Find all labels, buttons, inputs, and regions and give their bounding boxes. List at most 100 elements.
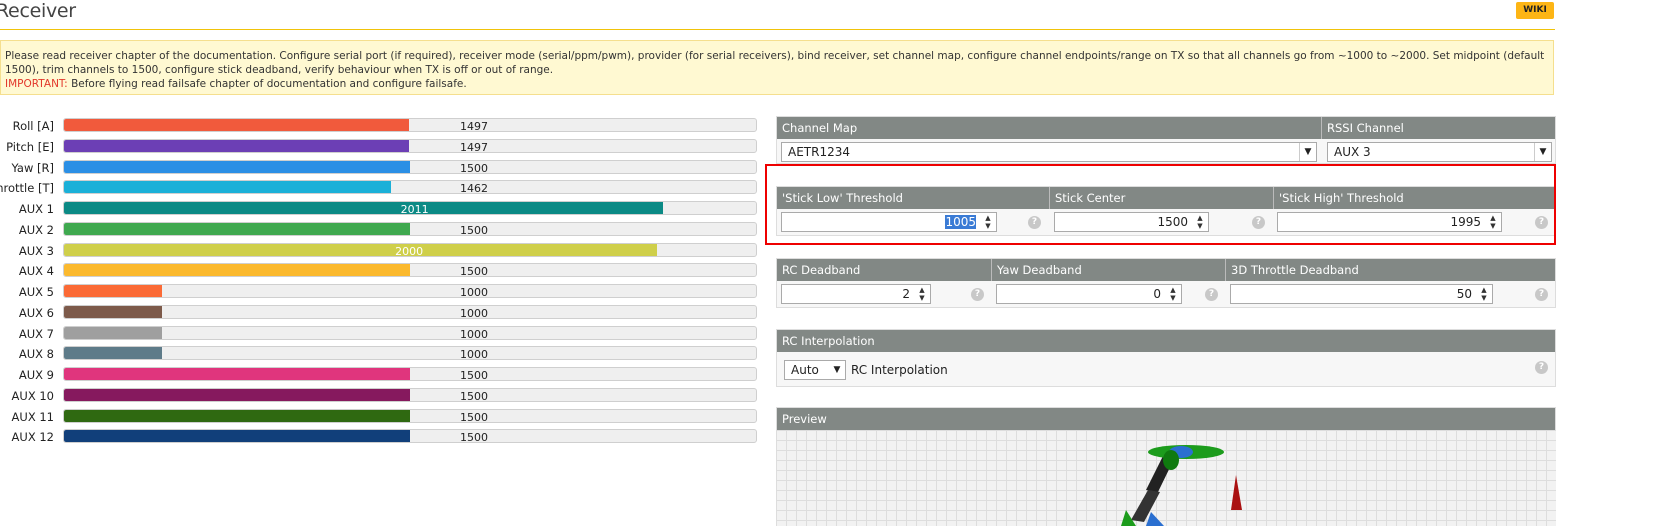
channel-label: AUX 2	[18, 222, 54, 237]
chevron-down-icon: ▼	[1534, 143, 1551, 161]
rc-interpolation-value: Auto	[791, 363, 819, 377]
channel-track: 1500	[63, 408, 757, 423]
channel-fill	[64, 409, 410, 422]
notice-text: Please read receiver chapter of the docu…	[5, 50, 1545, 76]
channel-label: Roll [A]	[12, 119, 54, 133]
wiki-button[interactable]: WIKI	[1516, 2, 1554, 19]
preview-header: Preview	[777, 408, 1555, 430]
channel-map-value: AETR1234	[788, 145, 850, 159]
channel-label: AUX 10	[11, 388, 54, 403]
help-icon[interactable]: ?	[971, 288, 984, 301]
channel-track: 2000	[63, 242, 757, 257]
channel-track: 1000	[63, 304, 757, 319]
channel-fill	[64, 243, 658, 256]
channel-track: 1000	[63, 284, 757, 298]
yaw-deadband-value: 0	[1153, 287, 1161, 301]
channel-track: 1500	[63, 429, 757, 444]
channel-value: 1497	[460, 120, 488, 132]
channel-label: AUX 11	[11, 409, 54, 424]
preview-canvas	[776, 430, 1556, 526]
rc-interpolation-header: RC Interpolation	[777, 330, 1555, 352]
channel-label: AUX 3	[18, 243, 54, 258]
channel-value: 1500	[460, 161, 488, 174]
channel-track: 1500	[63, 221, 757, 236]
channel-fill	[64, 264, 410, 277]
channel-track: 1497	[63, 138, 757, 153]
channel-map-input[interactable]: AETR1234 ▼	[781, 142, 1317, 162]
channel-row: AUX 4 1500	[0, 263, 760, 279]
title-divider	[0, 29, 1555, 30]
yaw-deadband-input[interactable]: 0 ▲ ▼	[996, 284, 1182, 304]
channel-value: 1462	[460, 182, 488, 195]
channel-label: AUX 1	[18, 202, 54, 216]
channel-track: 2011	[63, 201, 757, 215]
channel-track: 1000	[63, 346, 757, 361]
channel-row: AUX 10 1500	[0, 387, 760, 404]
channel-row: AUX 5 1000	[0, 284, 760, 300]
rc-interpolation-label: RC Interpolation	[851, 363, 948, 377]
channel-label: AUX 9	[18, 368, 54, 382]
channel-fill	[64, 202, 663, 214]
channel-row: Roll [A] 1497	[0, 118, 760, 134]
channel-row: Throttle [T] 1462	[0, 180, 760, 196]
channel-fill	[64, 368, 410, 380]
channel-value: 1500	[460, 431, 488, 444]
channel-label: AUX 8	[18, 347, 54, 362]
spinner-icon[interactable]: ▲ ▼	[1167, 286, 1179, 302]
chevron-down-icon: ▼	[1299, 143, 1316, 161]
spinner-icon[interactable]: ▲ ▼	[916, 286, 928, 302]
channel-row: AUX 3 2000	[0, 242, 760, 259]
channel-label: Throttle [T]	[0, 181, 54, 196]
channel-value: 1000	[460, 348, 488, 361]
chevron-down-icon: ▼	[833, 365, 841, 375]
channel-track: 1500	[63, 387, 757, 402]
channel-track: 1500	[63, 263, 757, 278]
channel-label: AUX 5	[18, 285, 54, 299]
rssi-channel-header: RSSI Channel	[1322, 117, 1555, 139]
channel-label: AUX 6	[18, 305, 54, 320]
help-icon[interactable]: ?	[1205, 288, 1218, 301]
channel-fill	[64, 430, 410, 443]
channel-label: AUX 4	[18, 264, 54, 279]
channel-fill	[64, 222, 410, 235]
channel-label: AUX 7	[18, 326, 54, 341]
channel-row: Yaw [R] 1500	[0, 159, 760, 176]
channel-fill	[64, 181, 392, 194]
channel-value: 1000	[460, 306, 488, 319]
rssi-channel-value: AUX 3	[1334, 145, 1371, 159]
page-title: Receiver	[0, 0, 76, 22]
channel-fill	[64, 326, 162, 339]
channel-row: AUX 1 2011	[0, 201, 760, 217]
channel-track: 1500	[63, 159, 757, 174]
channel-row: AUX 7 1000	[0, 325, 760, 342]
rssi-channel-select[interactable]: AUX 3 ▼	[1327, 142, 1552, 162]
important-label: IMPORTANT:	[5, 78, 68, 90]
channel-row: AUX 2 1500	[0, 221, 760, 238]
channel-fill	[64, 160, 410, 173]
channel-fill	[64, 305, 162, 318]
channel-value: 1497	[460, 140, 488, 153]
instructions-notice: Please read receiver chapter of the docu…	[0, 40, 1554, 95]
help-icon[interactable]: ?	[1535, 361, 1548, 374]
rc-deadband-input[interactable]: 2 ▲ ▼	[781, 284, 931, 304]
channel-track: 1497	[63, 118, 757, 132]
channel-fill	[64, 139, 409, 152]
channel-fill	[64, 119, 409, 131]
throttle3d-deadband-header: 3D Throttle Deadband	[1226, 259, 1555, 281]
quad-model-icon	[1121, 445, 1242, 526]
highlight-box	[765, 164, 1556, 245]
channel-fill	[64, 388, 410, 401]
rc-interpolation-select[interactable]: Auto ▼	[784, 360, 846, 380]
throttle3d-deadband-input[interactable]: 50 ▲ ▼	[1230, 284, 1493, 304]
channel-row: AUX 11 1500	[0, 408, 760, 425]
channel-value: 1500	[460, 389, 488, 402]
channel-label: AUX 12	[11, 430, 54, 445]
deadband-panel: RC Deadband Yaw Deadband 3D Throttle Dea…	[776, 258, 1556, 308]
rc-deadband-header: RC Deadband	[777, 259, 992, 281]
channel-value: 1000	[460, 327, 488, 340]
channel-label: Pitch [E]	[6, 139, 54, 154]
spinner-icon[interactable]: ▲ ▼	[1478, 286, 1490, 302]
channel-row: AUX 12 1500	[0, 429, 760, 445]
channel-value: 1000	[460, 286, 488, 298]
help-icon[interactable]: ?	[1535, 288, 1548, 301]
